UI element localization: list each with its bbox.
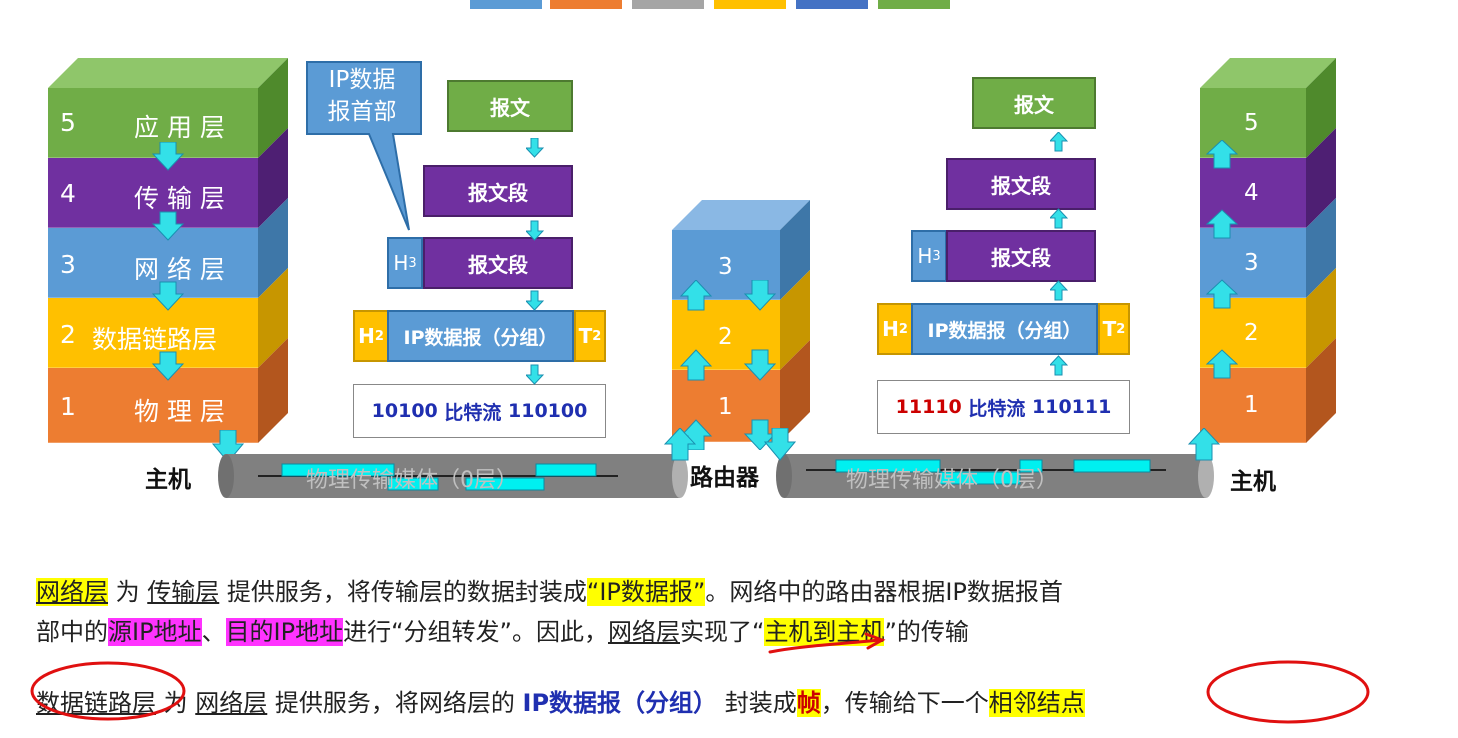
- left-encap-arrows: [526, 138, 544, 385]
- left-layer-1-num: 1: [60, 392, 76, 421]
- right-t2-letter: T: [1102, 317, 1117, 341]
- right-h3-header: H3: [911, 230, 947, 282]
- left-h3-letter: H: [393, 251, 409, 275]
- callout-line-2: 报首部: [327, 99, 397, 125]
- right-segment-box: 报文段: [946, 158, 1096, 210]
- left-h2-header: H2: [353, 310, 389, 362]
- router-exit-arrow: [764, 428, 796, 461]
- right-host-label: 主机: [1230, 469, 1276, 495]
- left-h3-segment-label: 报文段: [468, 252, 528, 277]
- stripe-2: [550, 0, 622, 9]
- left-message-box: 报文: [447, 80, 573, 132]
- underline-stroke: [768, 638, 882, 654]
- left-stack-down-arrows: [152, 142, 184, 381]
- left-datagram-box: IP数据报（分组）: [387, 310, 574, 362]
- left-h3-sub: 3: [408, 255, 417, 271]
- right-stack-side: [1306, 58, 1336, 443]
- left-h3-header: H3: [387, 237, 423, 289]
- router-layer-3-num: 3: [718, 254, 733, 280]
- handwritten-annotations: [30, 632, 1370, 724]
- stripe-3: [632, 0, 704, 9]
- left-medium-label: 物理传输媒体（0层）: [306, 468, 518, 493]
- left-layer-3-num: 3: [60, 250, 76, 279]
- router-arrows: [680, 280, 777, 450]
- stripe-6: [878, 0, 950, 9]
- left-host-label: 主机: [145, 467, 191, 493]
- right-layer-1-num: 1: [1244, 392, 1259, 418]
- left-t2-sub: 2: [592, 328, 602, 344]
- left-layer-2-num: 2: [60, 320, 76, 349]
- left-layer-5-name: 应 用 层: [134, 113, 225, 142]
- right-datagram-box: IP数据报（分组）: [911, 303, 1098, 355]
- right-host-entry-arrow: [1188, 428, 1220, 461]
- right-message-box: 报文: [972, 77, 1096, 129]
- left-message-label: 报文: [490, 95, 530, 120]
- left-segment-box: 报文段: [423, 165, 573, 217]
- right-h2-sub: 2: [898, 321, 908, 337]
- left-bits-b: 110100: [508, 400, 588, 422]
- right-layer-5-num: 5: [1244, 110, 1259, 136]
- right-h2-letter: H: [882, 317, 899, 341]
- left-t2-trailer: T2: [574, 310, 606, 362]
- right-h3-segment-box: 报文段: [946, 230, 1096, 282]
- left-h2-sub: 2: [374, 328, 384, 344]
- right-message-label: 报文: [1014, 92, 1054, 117]
- router-side: [780, 200, 810, 442]
- left-t2-letter: T: [578, 324, 593, 348]
- circle-datalink: [30, 661, 186, 721]
- right-h2-header: H2: [877, 303, 913, 355]
- right-bitstream-box: 11110 比特流 110111: [877, 380, 1130, 434]
- right-bits-a: 11110: [895, 396, 962, 418]
- left-bits-mid: 比特流: [437, 401, 508, 424]
- circle-adjacent: [1206, 660, 1370, 724]
- router-label: 路由器: [690, 465, 759, 491]
- right-layer-4-num: 4: [1244, 180, 1259, 206]
- left-layer-4-num: 4: [60, 179, 76, 208]
- right-segment-label: 报文段: [991, 173, 1051, 198]
- stripe-1: [470, 0, 542, 9]
- stripe-5: [796, 0, 868, 9]
- left-layer-5-num: 5: [60, 108, 76, 137]
- left-bitstream-box: 10100 比特流 110100: [353, 384, 606, 438]
- right-h3-letter: H: [917, 244, 933, 268]
- right-h3-segment-label: 报文段: [991, 245, 1051, 270]
- right-medium-label: 物理传输媒体（0层）: [846, 468, 1058, 493]
- left-h2-letter: H: [358, 324, 375, 348]
- right-stack-up-arrows: [1206, 140, 1238, 379]
- right-bits-mid: 比特流: [961, 397, 1032, 420]
- callout-line-1: IP数据: [328, 67, 396, 93]
- left-h3-segment-box: 报文段: [423, 237, 573, 289]
- stripe-4: [714, 0, 786, 9]
- callout-text: IP数据 报首部: [310, 64, 414, 128]
- right-bits-b: 110111: [1032, 396, 1112, 418]
- right-t2-sub: 2: [1116, 321, 1126, 337]
- left-bits-a: 10100: [371, 400, 438, 422]
- router-entry-arrow: [664, 428, 696, 461]
- right-t2-trailer: T2: [1098, 303, 1130, 355]
- right-layer-2-num: 2: [1244, 320, 1259, 346]
- right-decap-arrows: [1050, 132, 1068, 376]
- right-h3-sub: 3: [932, 248, 941, 264]
- right-layer-3-num: 3: [1244, 250, 1259, 276]
- left-stack-side: [258, 58, 288, 443]
- left-segment-label: 报文段: [468, 180, 528, 205]
